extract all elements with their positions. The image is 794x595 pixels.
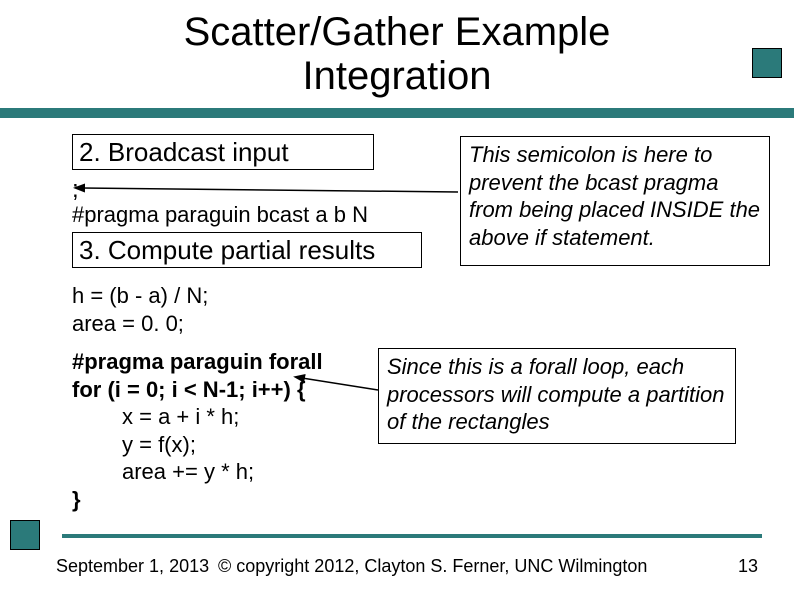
title-line-1: Scatter/Gather Example xyxy=(184,10,611,54)
code-line-x: x = a + i * h; xyxy=(72,403,323,431)
footer-bar xyxy=(62,534,762,538)
decor-square-top xyxy=(752,48,782,78)
pragma-forall: #pragma paraguin forall xyxy=(72,349,323,374)
arrow-semicolon xyxy=(80,180,460,200)
decor-square-bottom xyxy=(10,520,40,550)
slide: Scatter/Gather Example Integration 2. Br… xyxy=(0,0,794,595)
step-3-box: 3. Compute partial results xyxy=(72,232,422,268)
footer-copyright: © copyright 2012, Clayton S. Ferner, UNC… xyxy=(218,556,647,577)
code-line-h: h = (b - a) / N; xyxy=(72,283,208,308)
footer-page-number: 13 xyxy=(738,556,758,577)
step-3-text: 3. Compute partial results xyxy=(79,235,375,265)
code-line-area0: area = 0. 0; xyxy=(72,311,184,336)
step-2-box: 2. Broadcast input xyxy=(72,134,374,170)
note-semicolon-box: This semicolon is here to prevent the bc… xyxy=(460,136,770,266)
arrow-forall xyxy=(300,372,380,402)
note-forall-box: Since this is a forall loop, each proces… xyxy=(378,348,736,444)
code-line-area: area += y * h; xyxy=(72,458,323,486)
title-underline xyxy=(0,108,794,118)
code-block-loop: #pragma paraguin forall for (i = 0; i < … xyxy=(72,348,323,513)
code-line-y: y = f(x); xyxy=(72,431,323,459)
note-semicolon-text: This semicolon is here to prevent the bc… xyxy=(469,142,760,250)
title-line-2: Integration xyxy=(302,54,491,98)
slide-title: Scatter/Gather Example Integration xyxy=(0,10,794,98)
footer-date: September 1, 2013 xyxy=(56,556,209,577)
pragma-bcast: #pragma paraguin bcast a b N xyxy=(72,202,368,228)
note-forall-text: Since this is a forall loop, each proces… xyxy=(387,354,724,434)
code-block-init: h = (b - a) / N; area = 0. 0; xyxy=(72,282,208,337)
semicolon-text: ; xyxy=(72,176,79,204)
code-line-close: } xyxy=(72,487,81,512)
step-2-text: 2. Broadcast input xyxy=(79,137,289,167)
code-line-for: for (i = 0; i < N-1; i++) { xyxy=(72,377,306,402)
